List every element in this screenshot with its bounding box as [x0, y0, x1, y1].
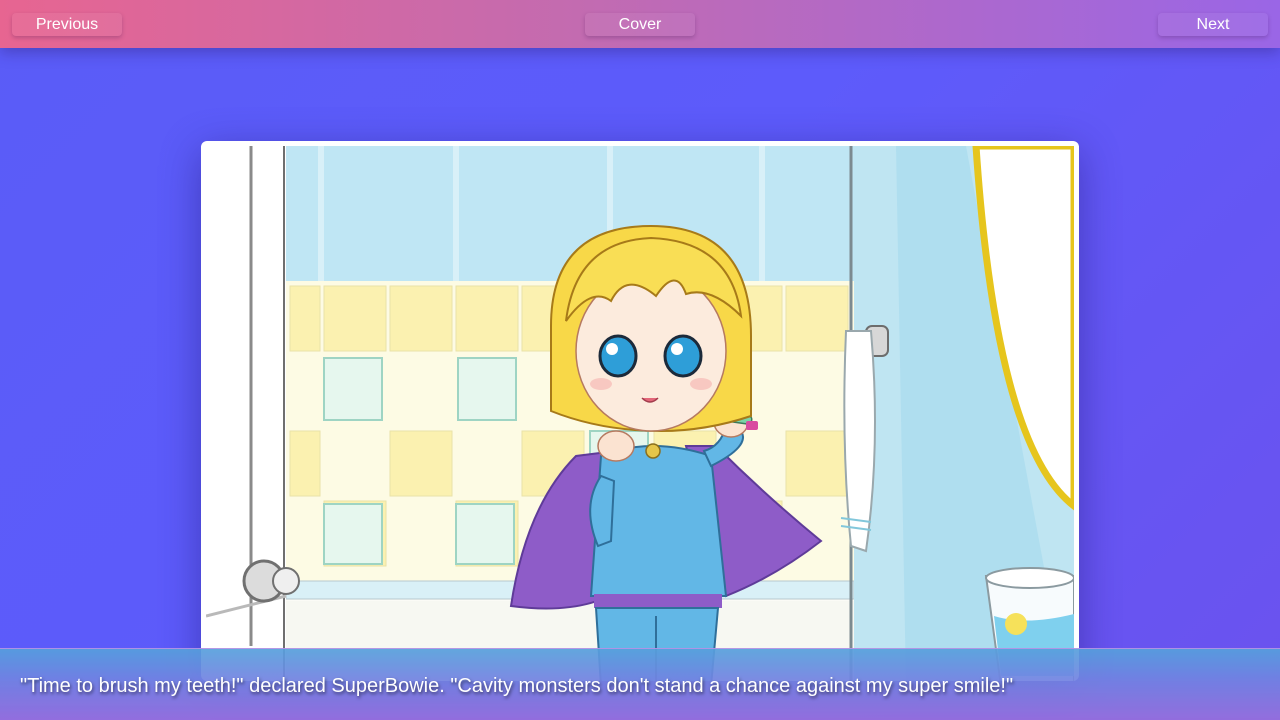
previous-button[interactable]: Previous: [12, 13, 122, 36]
caption-bar: "Time to brush my teeth!" declared Super…: [0, 648, 1280, 720]
next-button[interactable]: Next: [1158, 13, 1268, 36]
cover-button[interactable]: Cover: [585, 13, 695, 36]
story-page-card: [201, 141, 1079, 681]
story-illustration: [206, 146, 1074, 681]
top-navigation-bar: Previous Cover Next: [0, 0, 1280, 48]
story-caption: "Time to brush my teeth!" declared Super…: [20, 675, 1014, 697]
